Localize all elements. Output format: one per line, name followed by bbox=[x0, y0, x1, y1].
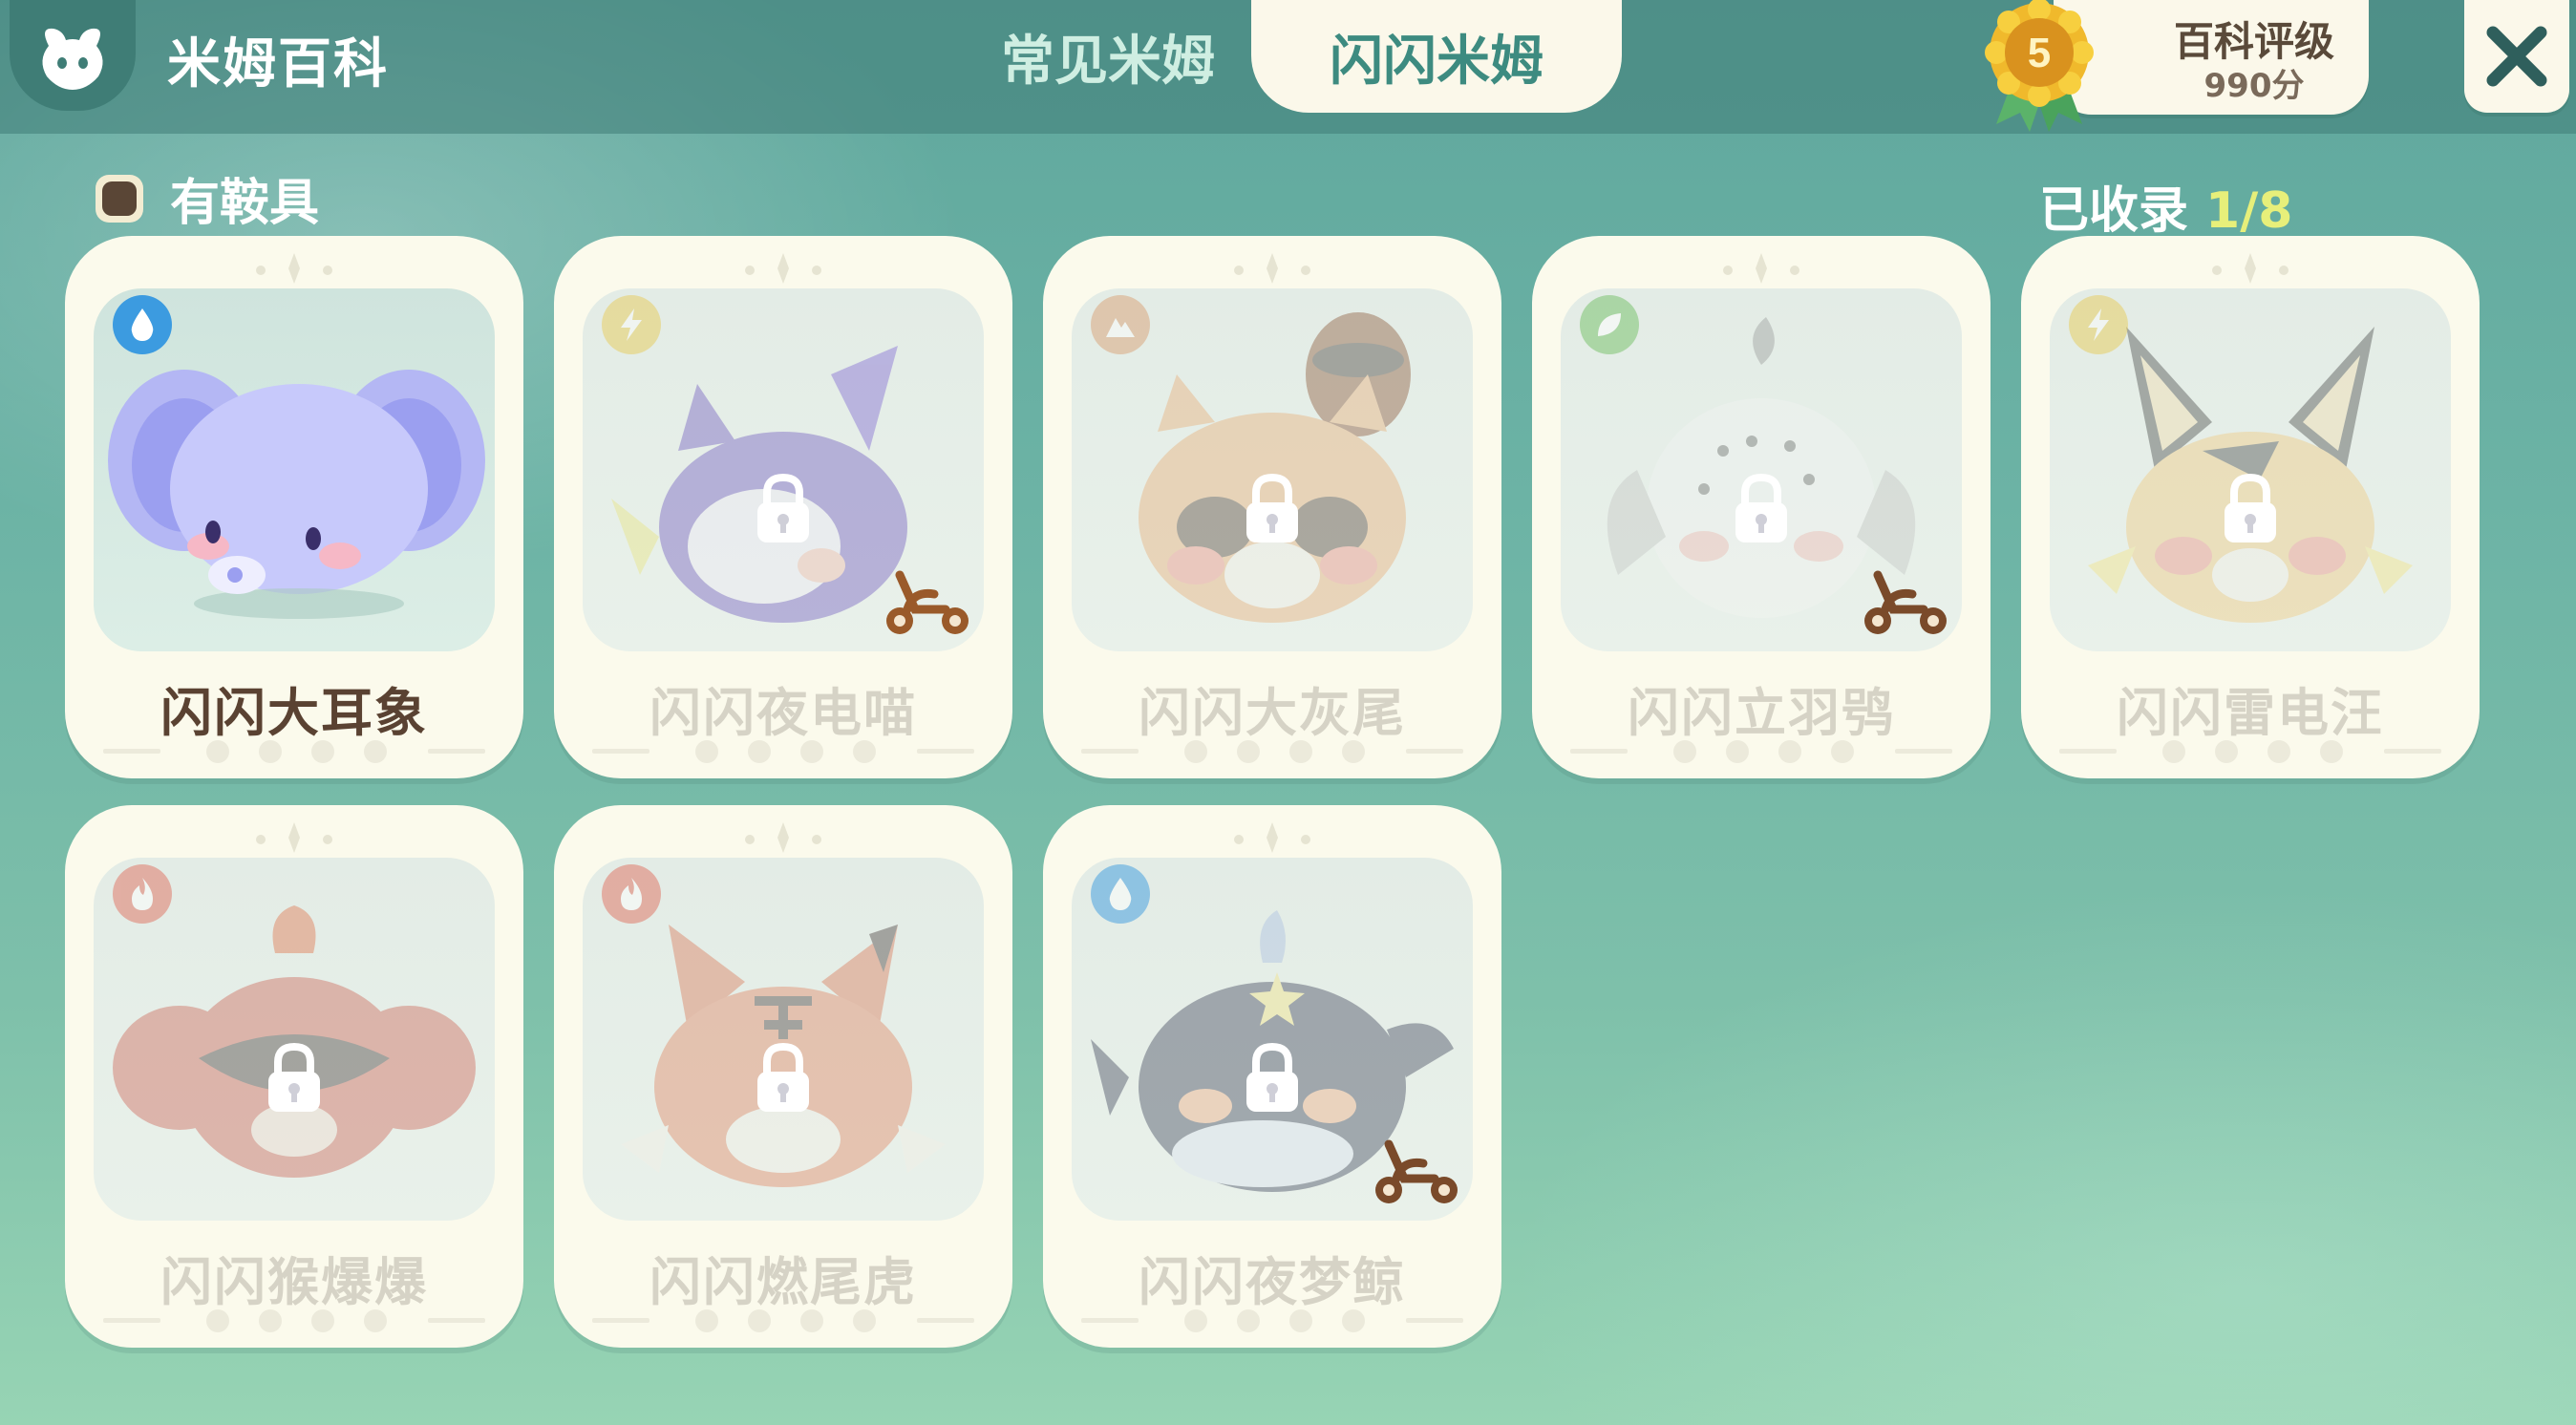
tab-common-mim[interactable]: 常见米姆 bbox=[974, 0, 1242, 113]
mim-card-elephant[interactable]: 闪闪大耳象 bbox=[65, 236, 523, 778]
mim-name: 闪闪夜梦鲸 bbox=[1139, 1252, 1406, 1312]
card-bottom-decoration bbox=[592, 740, 974, 763]
sparkle-decoration bbox=[745, 822, 821, 853]
lock-icon bbox=[757, 473, 809, 542]
saddle-scooter-icon bbox=[1864, 570, 1947, 634]
water-element-icon bbox=[1091, 864, 1150, 924]
mim-name: 闪闪夜电喵 bbox=[649, 683, 917, 743]
sparkle-decoration bbox=[1723, 253, 1799, 284]
grass-element-icon bbox=[1580, 295, 1639, 354]
mim-name: 闪闪燃尾虎 bbox=[649, 1252, 917, 1312]
checkbox-checked-mark bbox=[102, 181, 137, 216]
card-bottom-decoration bbox=[2059, 740, 2441, 763]
electric-element-icon bbox=[2069, 295, 2128, 354]
rating-level: 5 bbox=[2028, 30, 2051, 76]
mim-name: 闪闪雷电汪 bbox=[2117, 683, 2384, 743]
fire-element-icon bbox=[602, 864, 661, 924]
mim-card-night-cat[interactable]: 闪闪夜电喵 bbox=[554, 236, 1012, 778]
sparkle-decoration bbox=[2212, 253, 2289, 284]
saddle-checkbox[interactable] bbox=[96, 174, 143, 223]
ground-element-icon bbox=[1091, 295, 1150, 354]
mim-card-raccoon[interactable]: 闪闪大灰尾 bbox=[1043, 236, 1501, 778]
lock-icon bbox=[268, 1042, 320, 1112]
card-bottom-decoration bbox=[1081, 740, 1463, 763]
mim-logo-icon bbox=[42, 28, 103, 90]
saddle-scooter-icon bbox=[886, 570, 969, 634]
card-bottom-decoration bbox=[103, 1309, 485, 1332]
mim-card-owl[interactable]: 闪闪立羽鸮 bbox=[1532, 236, 1991, 778]
electric-element-icon bbox=[602, 295, 661, 354]
saddle-filter-label: 有鞍具 bbox=[170, 175, 320, 232]
collected-label: 已收录 bbox=[2039, 182, 2189, 240]
lock-icon bbox=[1246, 1042, 1298, 1112]
sparkle-decoration bbox=[1234, 253, 1310, 284]
collected-counter: 已收录 1/8 bbox=[2039, 170, 2292, 242]
rating-score: 990分 bbox=[2203, 67, 2305, 105]
lock-icon bbox=[1246, 473, 1298, 542]
sparkle-decoration bbox=[256, 253, 332, 284]
water-element-icon bbox=[113, 295, 172, 354]
sparkle-decoration bbox=[745, 253, 821, 284]
mim-card-monkey[interactable]: 闪闪猴爆爆 bbox=[65, 805, 523, 1348]
fire-element-icon bbox=[113, 864, 172, 924]
mim-name: 闪闪猴爆爆 bbox=[160, 1252, 428, 1312]
card-bottom-decoration bbox=[592, 1309, 974, 1332]
saddle-scooter-icon bbox=[1375, 1139, 1458, 1203]
rating-medal-icon: 5 bbox=[1985, 0, 2094, 132]
top-bar: 米姆百科 常见米姆 闪闪米姆 百科评级 990分 5 bbox=[0, 0, 2576, 134]
close-icon bbox=[2486, 26, 2547, 87]
app-logo-button[interactable] bbox=[10, 0, 136, 111]
mim-name: 闪闪立羽鸮 bbox=[1628, 683, 1895, 743]
saddle-filter[interactable]: 有鞍具 bbox=[96, 162, 319, 234]
mim-name: 闪闪大耳象 bbox=[160, 683, 428, 743]
mim-card-whale[interactable]: 闪闪夜梦鲸 bbox=[1043, 805, 1501, 1348]
app-title: 米姆百科 bbox=[167, 33, 389, 96]
sparkle-decoration bbox=[256, 822, 332, 853]
close-button[interactable] bbox=[2464, 0, 2569, 113]
lock-icon bbox=[1735, 473, 1787, 542]
lock-icon bbox=[757, 1042, 809, 1112]
mim-card-thunder-dog[interactable]: 闪闪雷电汪 bbox=[2021, 236, 2480, 778]
mim-name: 闪闪大灰尾 bbox=[1139, 683, 1406, 743]
card-bottom-decoration bbox=[1081, 1309, 1463, 1332]
collected-count: 1/8 bbox=[2205, 182, 2293, 240]
card-bottom-decoration bbox=[103, 740, 485, 763]
mim-card-tiger[interactable]: 闪闪燃尾虎 bbox=[554, 805, 1012, 1348]
lock-icon bbox=[2225, 473, 2276, 542]
sparkle-decoration bbox=[1234, 822, 1310, 853]
tab-shiny-mim[interactable]: 闪闪米姆 bbox=[1251, 0, 1622, 113]
card-bottom-decoration bbox=[1570, 740, 1952, 763]
